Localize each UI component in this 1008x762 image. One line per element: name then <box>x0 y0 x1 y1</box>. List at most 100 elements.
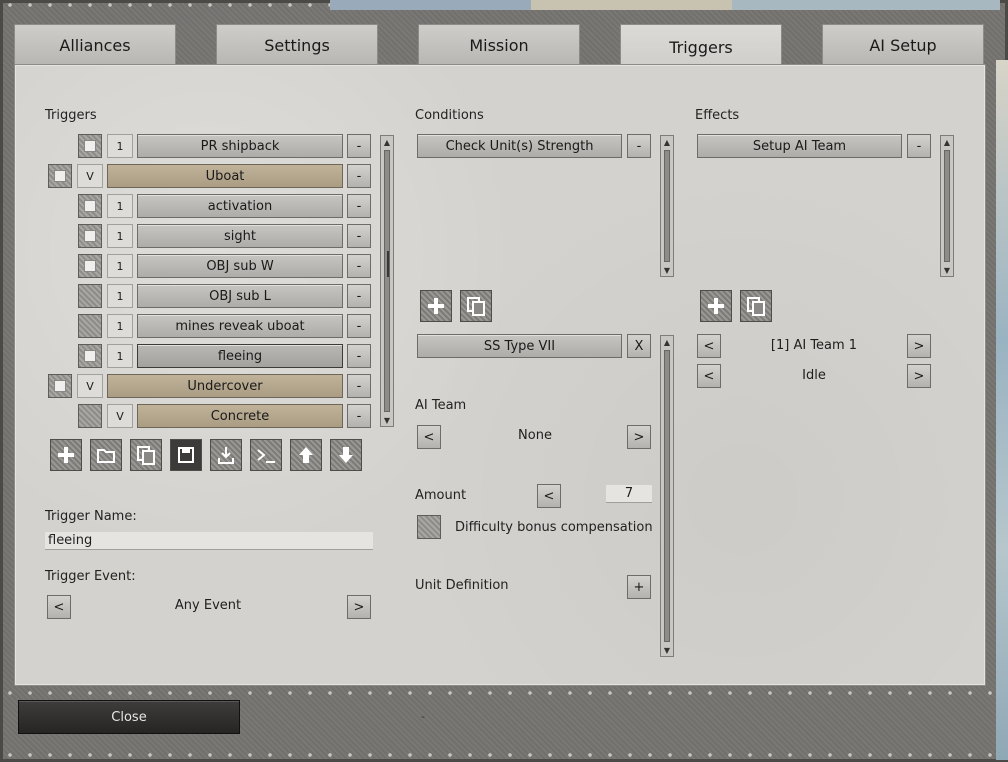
save-trigger-button[interactable] <box>170 439 202 471</box>
trigger-name-label: Trigger Name: <box>45 509 137 524</box>
scroll-up-icon[interactable]: ▲ <box>661 336 673 348</box>
trigger-remove-button[interactable]: - <box>347 404 371 428</box>
trigger-remove-button[interactable]: - <box>347 164 371 188</box>
trigger-name-field[interactable]: fleeing <box>45 532 373 550</box>
trigger-remove-button[interactable]: - <box>347 284 371 308</box>
trigger-item[interactable]: activation <box>137 194 343 218</box>
trigger-repeat-count[interactable]: 1 <box>107 344 133 368</box>
trigger-event-prev-button[interactable]: < <box>47 595 71 619</box>
trigger-repeat-count[interactable]: 1 <box>107 194 133 218</box>
add-effect-button[interactable] <box>700 290 732 322</box>
difficulty-checkbox[interactable] <box>417 515 441 539</box>
trigger-enable-checkbox[interactable] <box>48 374 72 398</box>
amount-decrease-button[interactable]: < <box>537 484 561 508</box>
trigger-repeat-count[interactable]: V <box>77 374 103 398</box>
trigger-remove-button[interactable]: - <box>347 374 371 398</box>
scroll-up-icon[interactable]: ▲ <box>381 136 393 148</box>
copy-icon <box>747 297 765 316</box>
trigger-item[interactable]: PR shipback <box>137 134 343 158</box>
effects-scrollbar[interactable]: ▲ ▼ <box>940 135 954 277</box>
trigger-enable-checkbox[interactable] <box>78 314 102 338</box>
conditions-scrollbar[interactable]: ▲ ▼ <box>660 135 674 277</box>
scroll-down-icon[interactable]: ▼ <box>661 644 673 656</box>
copy-condition-button[interactable] <box>460 290 492 322</box>
scroll-thumb[interactable] <box>387 251 389 277</box>
scroll-down-icon[interactable]: ▼ <box>941 264 953 276</box>
trigger-item[interactable]: fleeing <box>137 344 343 368</box>
ai-team-selector-prev-button[interactable]: < <box>697 334 721 358</box>
amount-field[interactable]: 7 <box>606 485 652 503</box>
trigger-item[interactable]: OBJ sub L <box>137 284 343 308</box>
close-button[interactable]: Close <box>18 700 240 734</box>
ai-team-prev-button[interactable]: < <box>417 425 441 449</box>
console-button[interactable] <box>250 439 282 471</box>
trigger-item[interactable]: Concrete <box>137 404 343 428</box>
mode-selector-next-button[interactable]: > <box>907 364 931 388</box>
trigger-item[interactable]: Undercover <box>107 374 343 398</box>
unit-definition-add-button[interactable]: + <box>627 575 651 599</box>
move-up-button[interactable] <box>290 439 322 471</box>
effect-item[interactable]: Setup AI Team <box>697 134 902 158</box>
tab-mission[interactable]: Mission <box>418 24 580 66</box>
mode-selector-value: Idle <box>802 368 826 383</box>
copy-trigger-button[interactable] <box>130 439 162 471</box>
trigger-remove-button[interactable]: - <box>347 344 371 368</box>
trigger-enable-checkbox[interactable] <box>78 344 102 368</box>
trigger-repeat-count[interactable]: 1 <box>107 254 133 278</box>
trigger-event-next-button[interactable]: > <box>347 595 371 619</box>
move-down-button[interactable] <box>330 439 362 471</box>
trigger-repeat-count[interactable]: 1 <box>107 314 133 338</box>
scroll-up-icon[interactable]: ▲ <box>661 136 673 148</box>
add-trigger-button[interactable] <box>50 439 82 471</box>
trigger-remove-button[interactable]: - <box>347 314 371 338</box>
ai-team-next-button[interactable]: > <box>627 425 651 449</box>
import-icon <box>218 447 234 464</box>
trigger-enable-checkbox[interactable] <box>78 284 102 308</box>
trigger-enable-checkbox[interactable] <box>78 194 102 218</box>
map-background-right <box>996 60 1008 760</box>
console-icon <box>257 449 275 463</box>
bottom-rivets <box>0 752 1008 758</box>
tab-ai-setup[interactable]: AI Setup <box>822 24 984 66</box>
trigger-enable-checkbox[interactable] <box>48 164 72 188</box>
unit-entry-remove-button[interactable]: X <box>627 334 651 358</box>
trigger-remove-button[interactable]: - <box>347 254 371 278</box>
trigger-item[interactable]: OBJ sub W <box>137 254 343 278</box>
trigger-repeat-count[interactable]: 1 <box>107 284 133 308</box>
ai-team-selector-value: [1] AI Team 1 <box>770 338 858 353</box>
copy-effect-button[interactable] <box>740 290 772 322</box>
folder-button[interactable] <box>90 439 122 471</box>
scroll-down-icon[interactable]: ▼ <box>661 264 673 276</box>
scroll-up-icon[interactable]: ▲ <box>941 136 953 148</box>
trigger-repeat-count[interactable]: 1 <box>107 134 133 158</box>
trigger-repeat-count[interactable]: V <box>107 404 133 428</box>
trigger-repeat-count[interactable]: V <box>77 164 103 188</box>
trigger-remove-button[interactable]: - <box>347 224 371 248</box>
condition-detail-scrollbar[interactable]: ▲ ▼ <box>660 335 674 657</box>
trigger-enable-checkbox[interactable] <box>78 404 102 428</box>
trigger-item[interactable]: mines reveak uboat <box>137 314 343 338</box>
add-condition-button[interactable] <box>420 290 452 322</box>
mode-selector-prev-button[interactable]: < <box>697 364 721 388</box>
tab-settings[interactable]: Settings <box>216 24 378 66</box>
effect-remove-button[interactable]: - <box>907 134 931 158</box>
trigger-enable-checkbox[interactable] <box>78 224 102 248</box>
trigger-repeat-count[interactable]: 1 <box>107 224 133 248</box>
trigger-enable-checkbox[interactable] <box>78 134 102 158</box>
trigger-item[interactable]: sight <box>137 224 343 248</box>
unit-definition-label: Unit Definition <box>415 578 509 593</box>
condition-remove-button[interactable]: - <box>627 134 651 158</box>
trigger-list-scrollbar[interactable]: ▲ ▼ <box>380 135 394 427</box>
condition-item[interactable]: Check Unit(s) Strength <box>417 134 622 158</box>
unit-entry[interactable]: SS Type VII <box>417 334 622 358</box>
trigger-item[interactable]: Uboat <box>107 164 343 188</box>
ai-team-selector-next-button[interactable]: > <box>907 334 931 358</box>
scroll-down-icon[interactable]: ▼ <box>381 414 393 426</box>
import-button[interactable] <box>210 439 242 471</box>
amount-label: Amount <box>415 488 467 503</box>
trigger-remove-button[interactable]: - <box>347 194 371 218</box>
checkbox-mark <box>54 380 66 392</box>
trigger-remove-button[interactable]: - <box>347 134 371 158</box>
trigger-enable-checkbox[interactable] <box>78 254 102 278</box>
tab-alliances[interactable]: Alliances <box>14 24 176 66</box>
